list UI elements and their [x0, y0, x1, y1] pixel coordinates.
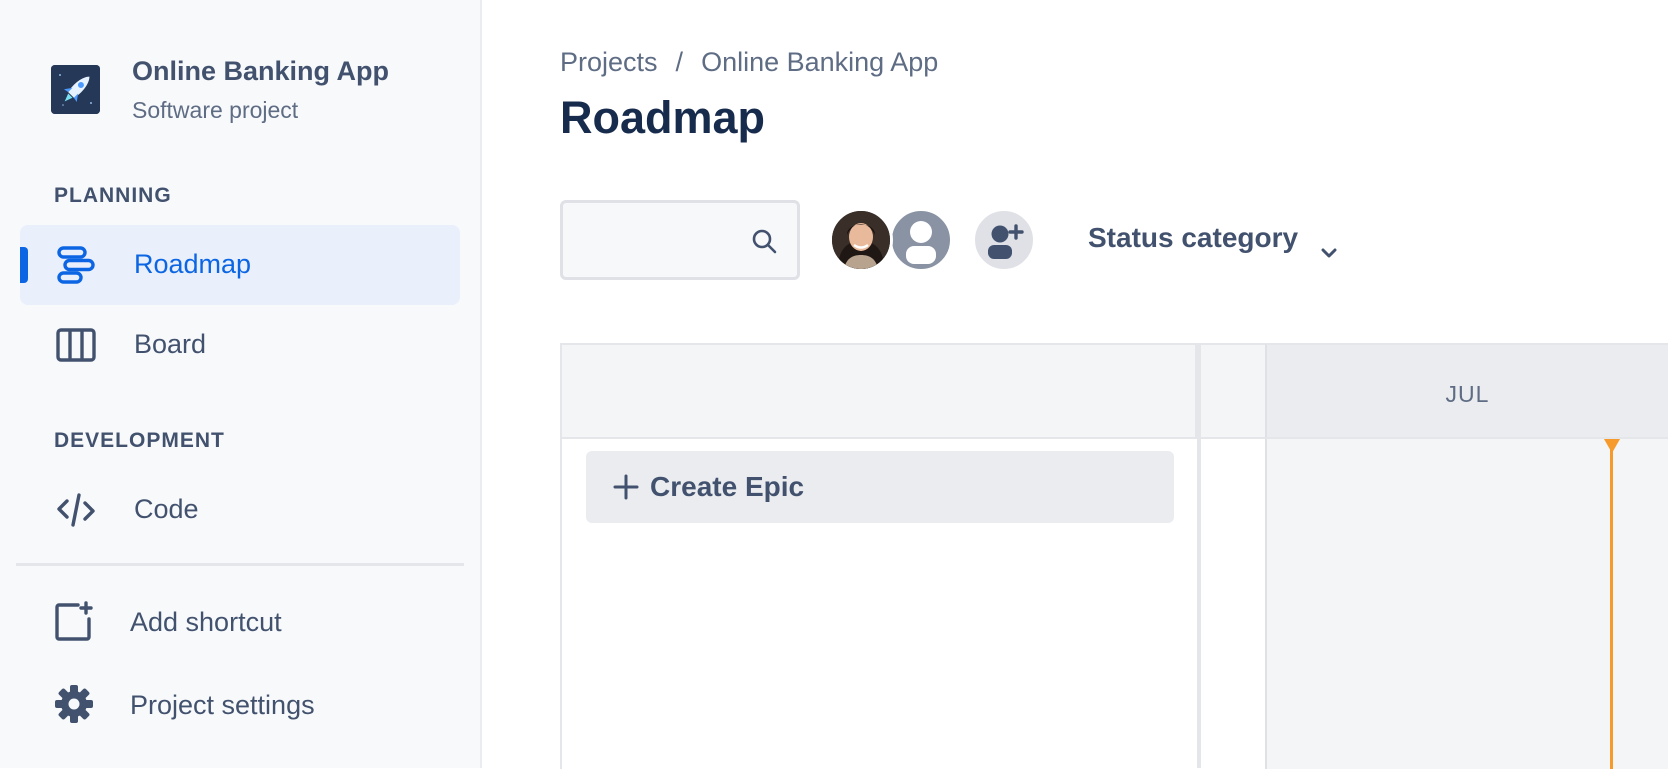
- plus-icon: [612, 473, 640, 501]
- section-heading-planning: PLANNING: [54, 184, 172, 207]
- sidebar-item-code[interactable]: Code: [20, 470, 460, 550]
- epic-list-header: [560, 343, 1197, 439]
- project-name: Online Banking App: [132, 56, 390, 86]
- month-label: JUL: [1445, 381, 1490, 407]
- add-shortcut-button[interactable]: Add shortcut: [14, 587, 454, 657]
- rocket-icon: [51, 65, 100, 114]
- epic-list: Create Epic: [560, 439, 1197, 769]
- board-icon: [56, 325, 96, 365]
- sidebar-divider: [16, 563, 464, 566]
- status-category-filter[interactable]: Status category: [1088, 222, 1338, 258]
- add-shortcut-label: Add shortcut: [130, 607, 282, 637]
- page-title: Roadmap: [560, 92, 766, 143]
- today-marker-cap: [1604, 439, 1620, 453]
- add-people-button[interactable]: [972, 208, 1036, 272]
- timeline-gap: [1201, 439, 1265, 769]
- add-people-icon: [975, 224, 1033, 269]
- chevron-down-icon: [1320, 234, 1338, 258]
- status-category-label: Status category: [1088, 222, 1299, 253]
- code-icon: [56, 490, 96, 530]
- today-marker: [1610, 439, 1613, 769]
- month-column: [1265, 439, 1668, 769]
- user-photo-avatar[interactable]: [829, 208, 893, 272]
- breadcrumb-projects[interactable]: Projects: [560, 47, 658, 77]
- breadcrumb: Projects / Online Banking App: [560, 47, 938, 78]
- create-epic-button[interactable]: Create Epic: [586, 451, 1174, 523]
- project-settings-label: Project settings: [130, 690, 315, 720]
- sidebar-item-label: Code: [134, 494, 199, 524]
- timeline-header-gap: [1201, 343, 1265, 439]
- generic-user-avatar[interactable]: [889, 208, 953, 272]
- search-field[interactable]: [560, 200, 800, 280]
- sidebar-item-board[interactable]: Board: [20, 305, 460, 385]
- sidebar: Online Banking App Software project PLAN…: [0, 0, 482, 768]
- sidebar-item-label: Board: [134, 329, 207, 359]
- gear-icon: [54, 684, 94, 724]
- breadcrumb-separator: /: [675, 47, 684, 77]
- sidebar-item-roadmap[interactable]: Roadmap: [20, 225, 460, 305]
- search-input[interactable]: [571, 211, 745, 271]
- sidebar-item-label: Roadmap: [134, 249, 252, 279]
- roadmap-timeline: Create Epic JUL: [560, 343, 1668, 769]
- search-icon: [751, 228, 777, 254]
- section-heading-development: DEVELOPMENT: [54, 429, 225, 452]
- create-epic-label: Create Epic: [650, 471, 805, 502]
- project-type: Software project: [132, 97, 299, 123]
- add-shortcut-icon: [54, 601, 94, 641]
- month-header: JUL: [1265, 343, 1668, 439]
- breadcrumb-project[interactable]: Online Banking App: [701, 47, 938, 77]
- roadmap-icon: [56, 245, 96, 285]
- project-settings-button[interactable]: Project settings: [14, 670, 454, 740]
